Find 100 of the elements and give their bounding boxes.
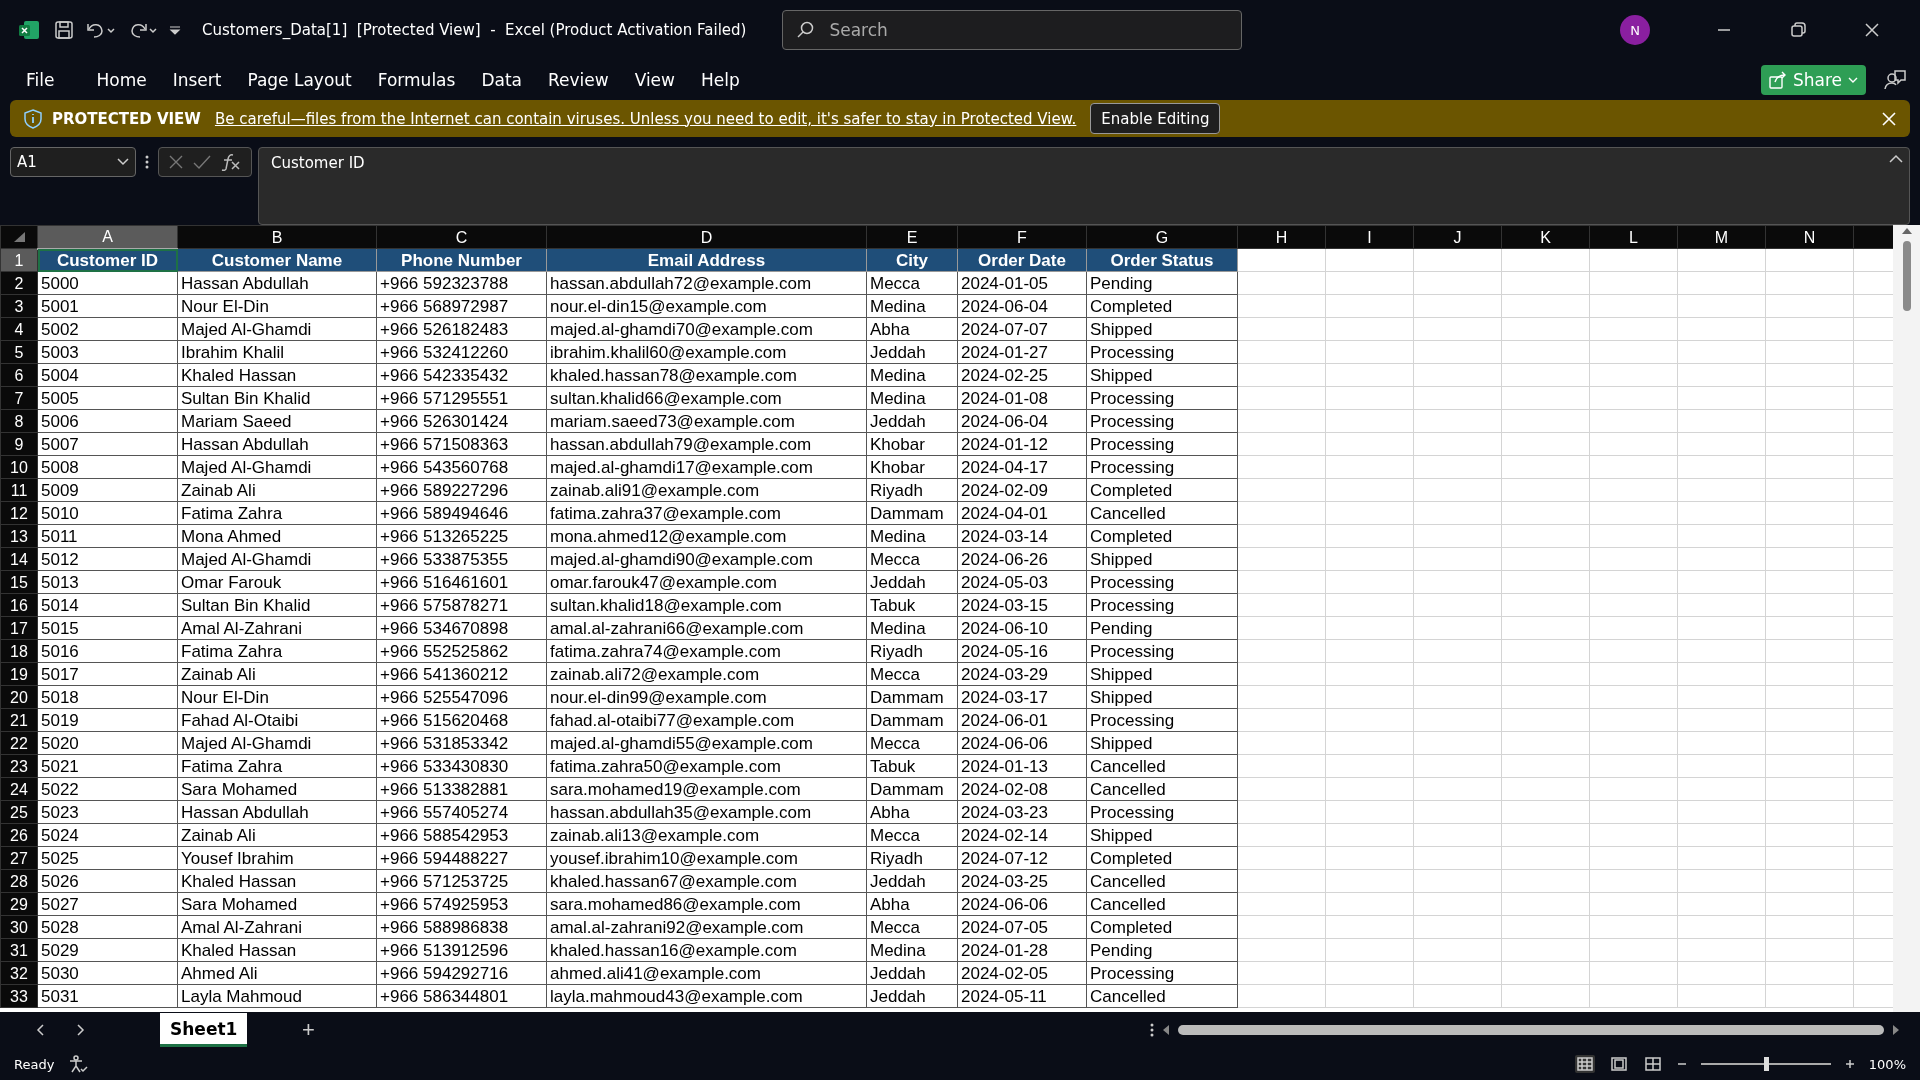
row-header[interactable]: 2 <box>0 271 38 295</box>
menu-tab[interactable]: Formulas <box>365 66 468 94</box>
column-header[interactable]: H <box>1237 225 1326 249</box>
customize-menu-icon[interactable] <box>168 23 182 37</box>
row-header[interactable]: 19 <box>0 662 38 686</box>
row-header[interactable]: 29 <box>0 892 38 916</box>
next-sheet-icon[interactable] <box>74 1024 86 1036</box>
search-field[interactable]: Search <box>782 10 1243 50</box>
select-all-icon[interactable] <box>12 230 26 243</box>
row-header[interactable]: 6 <box>0 363 38 387</box>
formula-text: Customer ID <box>271 154 365 172</box>
menu-tab[interactable]: Page Layout <box>235 66 364 94</box>
row-header[interactable]: 30 <box>0 915 38 939</box>
row-header[interactable]: 24 <box>0 777 38 801</box>
menu-tab[interactable]: Home <box>84 66 159 94</box>
name-box[interactable]: A1 <box>10 147 136 177</box>
vertical-scrollbar[interactable] <box>1893 225 1920 1012</box>
row-header[interactable]: 28 <box>0 869 38 893</box>
row-header[interactable]: 16 <box>0 593 38 617</box>
column-header[interactable]: C <box>376 225 547 249</box>
row-header[interactable]: 15 <box>0 570 38 594</box>
row-header[interactable]: 5 <box>0 340 38 364</box>
close-icon[interactable] <box>1864 22 1880 38</box>
row-header[interactable]: 25 <box>0 800 38 824</box>
zoom-in-icon[interactable] <box>1844 1059 1855 1069</box>
row-header[interactable]: 20 <box>0 685 38 709</box>
table-cell: +966 534670898 <box>376 616 547 640</box>
column-header[interactable]: A <box>37 225 178 249</box>
previous-sheet-icon[interactable] <box>34 1024 46 1036</box>
row-header[interactable]: 23 <box>0 754 38 778</box>
row-header[interactable]: 10 <box>0 455 38 479</box>
save-icon[interactable] <box>54 20 74 40</box>
menu-tab[interactable]: Review <box>536 66 621 94</box>
sheet-tab[interactable]: Sheet1 <box>160 1013 248 1047</box>
horizontal-scrollbar[interactable] <box>1178 1025 1884 1035</box>
warning-link[interactable]: Be careful—files from the Internet can contain viruses. Unless you need to edit, it's safer to stay in Protected View. <box>214 109 1077 128</box>
more-options-icon[interactable] <box>1150 1023 1154 1037</box>
row-header[interactable]: 31 <box>0 938 38 962</box>
check-icon[interactable] <box>193 154 211 170</box>
page-break-icon[interactable] <box>1644 1057 1661 1071</box>
page-layout-icon[interactable] <box>1610 1057 1627 1071</box>
column-header[interactable]: I <box>1325 225 1414 249</box>
zoom-slider[interactable] <box>1700 1054 1831 1074</box>
row-header[interactable]: 7 <box>0 386 38 410</box>
row-header[interactable]: 9 <box>0 432 38 456</box>
user-avatar[interactable]: N <box>1620 15 1650 45</box>
menu-tab[interactable]: Insert <box>160 66 234 94</box>
row-header[interactable]: 27 <box>0 846 38 870</box>
column-header[interactable]: M <box>1677 225 1766 249</box>
row-header[interactable]: 3 <box>0 294 38 318</box>
accessibility-icon[interactable] <box>68 1055 89 1073</box>
scroll-right-icon[interactable] <box>1892 1025 1900 1035</box>
scroll-up-icon[interactable] <box>1901 227 1912 235</box>
scroll-thumb[interactable] <box>1902 241 1911 311</box>
more-options-icon[interactable] <box>145 155 149 169</box>
column-header[interactable]: B <box>177 225 377 249</box>
column-header[interactable]: F <box>957 225 1087 249</box>
scroll-left-icon[interactable] <box>1162 1025 1170 1035</box>
row-header[interactable]: 33 <box>0 984 38 1008</box>
row-header[interactable]: 18 <box>0 639 38 663</box>
row-header[interactable]: 21 <box>0 708 38 732</box>
table-cell: 2024-03-25 <box>957 869 1087 893</box>
row-header[interactable]: 12 <box>0 501 38 525</box>
row-header[interactable]: 8 <box>0 409 38 433</box>
table-cell: fatima.zahra74@example.com <box>546 639 867 663</box>
comments-icon[interactable] <box>1884 69 1906 91</box>
column-header[interactable]: E <box>866 225 958 249</box>
table-cell: Nour El-Din <box>177 294 377 318</box>
menu-tab[interactable]: View <box>622 66 687 94</box>
table-cell: Mecca <box>866 271 958 295</box>
row-header[interactable]: 4 <box>0 317 38 341</box>
row-header[interactable]: 14 <box>0 547 38 571</box>
menu-tab[interactable]: Data <box>469 66 534 94</box>
table-cell: zainab.ali13@example.com <box>546 823 867 847</box>
table-cell: 5007 <box>37 432 178 456</box>
row-header[interactable]: 22 <box>0 731 38 755</box>
zoom-slider-thumb[interactable] <box>1763 1057 1769 1071</box>
table-cell: zainab.ali72@example.com <box>546 662 867 686</box>
normal-view-icon[interactable] <box>1576 1057 1593 1071</box>
column-header[interactable]: J <box>1413 225 1502 249</box>
row-header[interactable]: 1 <box>0 248 38 272</box>
add-sheet-button[interactable]: + <box>293 1016 324 1044</box>
row-header[interactable]: 17 <box>0 616 38 640</box>
column-header[interactable]: K <box>1501 225 1590 249</box>
restore-icon[interactable] <box>1790 22 1806 38</box>
column-header[interactable]: L <box>1589 225 1678 249</box>
row-header[interactable]: 13 <box>0 524 38 548</box>
column-header[interactable]: D <box>546 225 867 249</box>
row-header[interactable]: 32 <box>0 961 38 985</box>
row-header[interactable]: 26 <box>0 823 38 847</box>
enable-editing-button[interactable]: Enable Editing <box>1090 103 1221 134</box>
menu-tab[interactable]: Help <box>689 66 752 94</box>
row-header[interactable]: 11 <box>0 478 38 502</box>
cancel-icon[interactable] <box>167 154 184 170</box>
formula-field[interactable]: Customer ID <box>258 147 1910 225</box>
collapse-icon[interactable] <box>1889 154 1903 163</box>
column-header[interactable]: G <box>1086 225 1238 249</box>
column-header[interactable]: N <box>1765 225 1854 249</box>
function-icon[interactable] <box>220 153 243 171</box>
menu-tab[interactable]: File <box>14 66 67 94</box>
